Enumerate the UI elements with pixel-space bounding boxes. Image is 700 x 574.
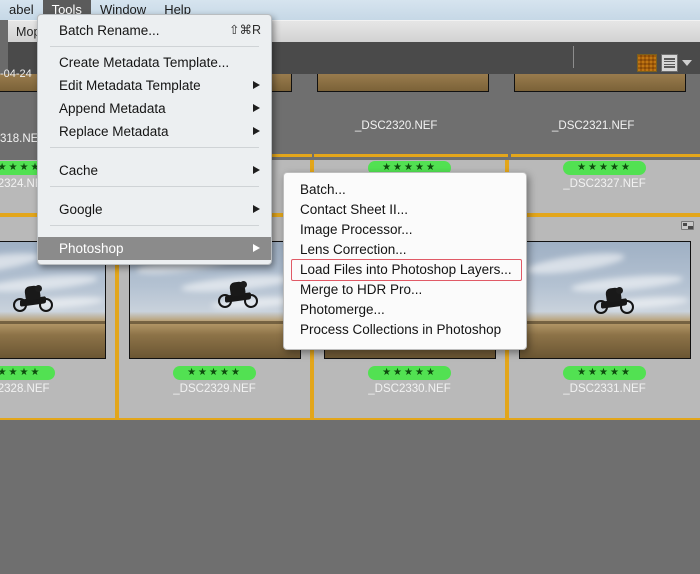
menu-item-label: Batch Rename... <box>59 23 160 38</box>
menu-separator <box>50 147 259 148</box>
menu-item-label: Create Metadata Template... <box>59 55 230 70</box>
tools-menu[interactable]: Batch Rename... ⇧⌘R Create Metadata Templa… <box>37 14 272 265</box>
motocross-rider <box>217 281 258 309</box>
menu-item-label: Load Files into Photoshop Layers... <box>300 262 512 277</box>
star-rating-badge[interactable]: ★★★★★ <box>563 366 646 380</box>
photoshop-submenu-item-batch[interactable]: Batch... <box>284 180 526 200</box>
photoshop-submenu[interactable]: Batch... Contact Sheet II... Image Process… <box>283 172 527 350</box>
menu-item-label: Process Collections in Photoshop <box>300 322 502 337</box>
menu-item-label: Append Metadata <box>59 101 166 116</box>
list-view-icon[interactable] <box>661 54 678 72</box>
thumbnail-filename: _DSC2331.NEF <box>563 383 646 395</box>
submenu-arrow-icon <box>253 244 260 252</box>
menu-item-label: Batch... <box>300 182 346 197</box>
star-rating-badge[interactable]: ★★★★★ <box>173 366 256 380</box>
photoshop-submenu-item-process-collections-in-photoshop[interactable]: Process Collections in Photoshop <box>284 320 526 340</box>
tools-menu-item-create-metadata-template[interactable]: Create Metadata Template... <box>38 51 271 74</box>
thumbnail-filename: C2328.NEF <box>0 383 50 395</box>
tools-menu-item-google[interactable]: Google <box>38 198 271 221</box>
menu-item-label: Replace Metadata <box>59 124 169 139</box>
menu-item-label: Merge to HDR Pro... <box>300 282 423 297</box>
submenu-arrow-icon <box>253 166 260 174</box>
tools-menu-item-edit-metadata-template[interactable]: Edit Metadata Template <box>38 74 271 97</box>
menu-item-label: Edit Metadata Template <box>59 78 201 93</box>
submenu-arrow-icon <box>253 104 260 112</box>
star-rating-badge[interactable]: ★★★★★ <box>563 161 646 175</box>
menu-item-label: Lens Correction... <box>300 242 407 257</box>
photoshop-submenu-item-image-processor[interactable]: Image Processor... <box>284 220 526 240</box>
menu-separator <box>50 225 259 226</box>
menu-item-label: Cache <box>59 163 99 178</box>
menu-item-label: Photomerge... <box>300 302 385 317</box>
photoshop-submenu-item-contact-sheet-ii[interactable]: Contact Sheet II... <box>284 200 526 220</box>
submenu-arrow-icon <box>253 127 260 135</box>
thumbnail-filename: _DSC2327.NEF <box>563 178 646 190</box>
tools-menu-item-cache[interactable]: Cache <box>38 159 271 182</box>
toolbar-divider <box>573 46 574 68</box>
thumbnail-filename: _DSC2321.NEF <box>552 120 635 132</box>
chevron-down-icon[interactable] <box>682 60 692 66</box>
partial-date-label: -04-24 <box>0 68 32 80</box>
photoshop-submenu-item-photomerge[interactable]: Photomerge... <box>284 300 526 320</box>
thumbnail-cell[interactable]: ★★★★★ _DSC2331.NEF <box>507 215 700 420</box>
photoshop-submenu-item-merge-to-hdr-pro[interactable]: Merge to HDR Pro... <box>284 280 526 300</box>
thumbnail-grid-icon[interactable] <box>637 54 657 72</box>
menu-item-label: Image Processor... <box>300 222 413 237</box>
tools-menu-item-photoshop[interactable]: Photoshop <box>38 237 271 260</box>
thumbnail-filename: _DSC2330.NEF <box>368 383 451 395</box>
menu-separator <box>50 46 259 47</box>
thumbnail-filename: _DSC2320.NEF <box>355 120 438 132</box>
menu-separator <box>50 186 259 187</box>
star-rating-badge[interactable]: ★★★★ <box>0 366 56 380</box>
menu-item-label: Google <box>59 202 103 217</box>
thumbnail-image[interactable] <box>518 241 691 359</box>
photoshop-submenu-item-lens-correction[interactable]: Lens Correction... <box>284 240 526 260</box>
tools-menu-item-batch-rename[interactable]: Batch Rename... ⇧⌘R <box>38 19 271 42</box>
star-rating-badge[interactable]: ★★★★★ <box>368 366 451 380</box>
menu-spacer <box>38 230 271 237</box>
partial-filename-label: 318.NE <box>0 133 39 145</box>
submenu-arrow-icon <box>253 205 260 213</box>
menu-item-label: Contact Sheet II... <box>300 202 409 217</box>
menu-item-label: Photoshop <box>59 241 124 256</box>
tools-menu-item-replace-metadata[interactable]: Replace Metadata <box>38 120 271 143</box>
motocross-rider <box>12 284 53 312</box>
menu-spacer <box>38 152 271 159</box>
raw-badge-icon <box>681 221 694 230</box>
motocross-rider <box>594 286 635 314</box>
adobe-bridge-window: ★★★★C2324.NEF★★★★★_DSC2325.NEF★★★★★_DSC2… <box>0 0 700 574</box>
menu-item-shortcut: ⇧⌘R <box>228 23 261 37</box>
photoshop-submenu-item-load-files-into-photoshop-layers[interactable]: Load Files into Photoshop Layers... <box>284 259 526 281</box>
submenu-arrow-icon <box>253 81 260 89</box>
menu-spacer <box>38 191 271 198</box>
thumbnail-filename: _DSC2329.NEF <box>173 383 256 395</box>
tools-menu-item-append-metadata[interactable]: Append Metadata <box>38 97 271 120</box>
